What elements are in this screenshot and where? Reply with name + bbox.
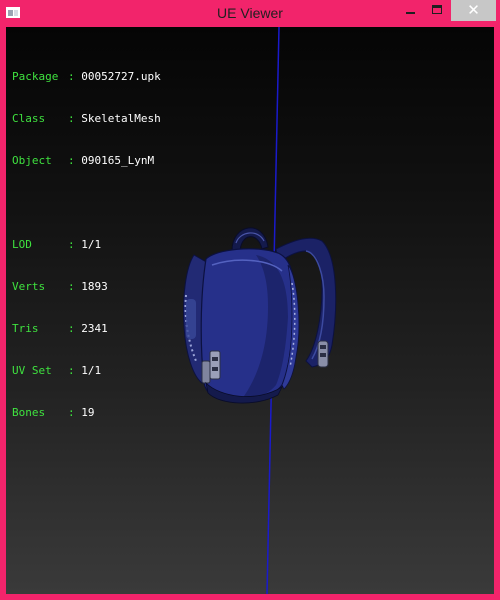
info-separator: : — [68, 364, 75, 377]
info-separator: : — [68, 70, 75, 83]
info-row-bones: Bones: 19 — [12, 406, 161, 420]
info-row-object: Object: 090165_LynM — [12, 154, 161, 168]
info-label: Package — [12, 70, 59, 83]
info-row-package: Package: 00052727.upk — [12, 70, 161, 84]
backpack-mesh — [183, 227, 337, 404]
stat-label: LOD — [12, 238, 32, 251]
info-separator: : — [68, 322, 75, 335]
minimize-button[interactable] — [397, 0, 424, 21]
info-row-uv-set: UV Set: 1/1 — [12, 364, 161, 378]
mesh-info-panel: Package: 00052727.upk Class: SkeletalMes… — [12, 42, 161, 448]
close-icon: ✕ — [467, 1, 480, 19]
info-separator: : — [68, 406, 75, 419]
info-separator: : — [68, 280, 75, 293]
maximize-button[interactable] — [424, 0, 451, 21]
info-label: Object — [12, 154, 52, 167]
stat-label: Tris — [12, 322, 39, 335]
info-separator: : — [68, 112, 75, 125]
info-label: Class — [12, 112, 46, 125]
stat-value: 2341 — [81, 322, 108, 335]
stat-value: 19 — [81, 406, 95, 419]
stat-label: UV Set — [12, 364, 52, 377]
stat-value: 1/1 — [81, 238, 102, 251]
stat-label: Bones — [12, 406, 46, 419]
3d-viewport[interactable]: Package: 00052727.upk Class: SkeletalMes… — [6, 27, 494, 594]
info-value: 090165_LynM — [81, 154, 155, 167]
stat-label: Verts — [12, 280, 46, 293]
minimize-icon — [406, 12, 415, 14]
info-row-tris: Tris: 2341 — [12, 322, 161, 336]
title-bar[interactable]: UE Viewer ✕ — [0, 0, 500, 27]
info-row-lod: LOD: 1/1 — [12, 238, 161, 252]
info-row-class: Class: SkeletalMesh — [12, 112, 161, 126]
maximize-icon — [432, 5, 442, 14]
info-row-verts: Verts: 1893 — [12, 280, 161, 294]
info-value: SkeletalMesh — [81, 112, 161, 125]
info-separator: : — [68, 238, 75, 251]
stat-value: 1/1 — [81, 364, 102, 377]
stat-value: 1893 — [81, 280, 108, 293]
info-value: 00052727.upk — [81, 70, 161, 83]
close-button[interactable]: ✕ — [451, 0, 496, 21]
app-window: UE Viewer ✕ Package: 00052727.upk Class… — [0, 0, 500, 600]
info-separator: : — [68, 154, 75, 167]
